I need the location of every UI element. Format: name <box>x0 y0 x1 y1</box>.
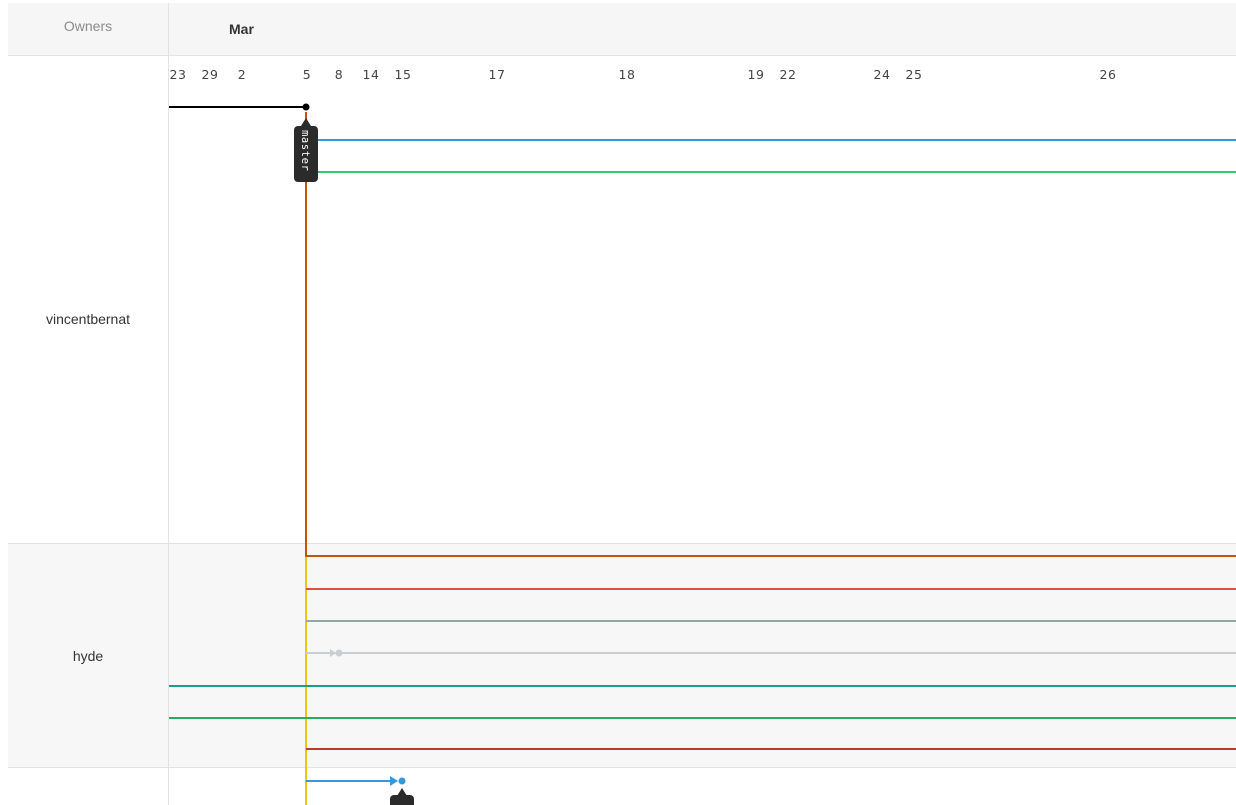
branch-line-blue <box>305 112 1236 141</box>
commit-dot[interactable] <box>398 777 406 785</box>
branch-line-green <box>305 112 1236 173</box>
branch-line-brown <box>305 112 1236 557</box>
branch-graph[interactable]: master <box>0 0 1236 805</box>
arrow-icon <box>390 776 398 786</box>
commit-dot[interactable] <box>335 649 343 657</box>
commit-dot[interactable] <box>302 103 310 111</box>
branch-tag-label: master <box>299 130 311 172</box>
branch-tag-partial[interactable] <box>390 788 414 805</box>
branch-tag-master[interactable]: master <box>294 118 318 182</box>
arrow-icon <box>330 649 336 657</box>
